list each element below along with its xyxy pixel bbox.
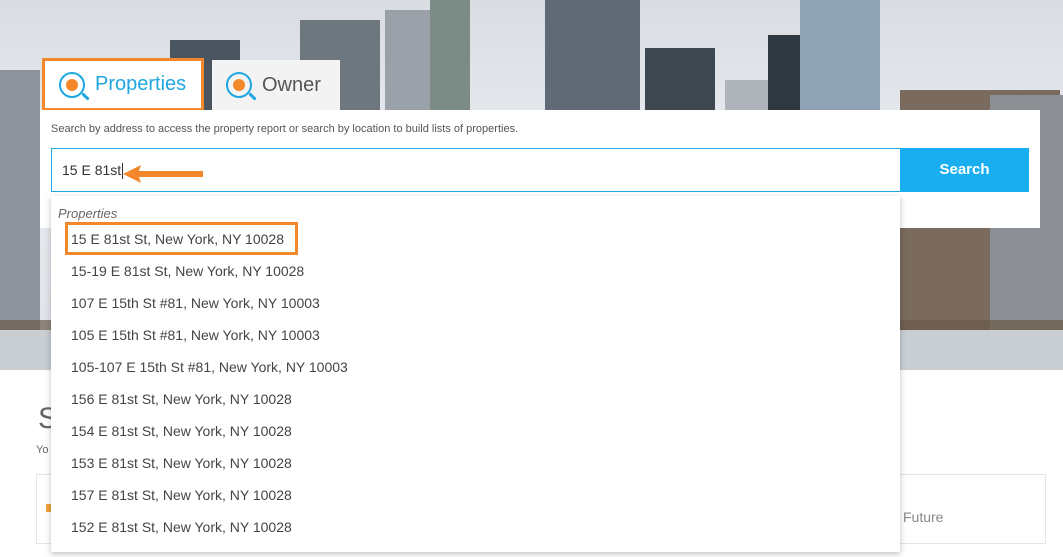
future-label: Future <box>903 509 944 525</box>
autocomplete-dropdown: Properties 15 E 81st St, New York, NY 10… <box>51 196 900 552</box>
suggestion-item[interactable]: 15-19 E 81st St, New York, NY 10028 <box>71 263 304 279</box>
suggestion-item[interactable]: 154 E 81st St, New York, NY 10028 <box>71 423 292 439</box>
suggestion-item[interactable]: 15 E 81st St, New York, NY 10028 <box>71 231 284 247</box>
search-hint: Search by address to access the property… <box>51 123 519 135</box>
suggestion-item[interactable]: 152 E 81st St, New York, NY 10028 <box>71 519 292 535</box>
tab-properties[interactable]: Properties <box>42 58 204 111</box>
suggestion-item[interactable]: 105-107 E 15th St #81, New York, NY 1000… <box>71 359 348 375</box>
dropdown-group-label: Properties <box>58 206 118 221</box>
section-subtext: Yo <box>36 444 49 456</box>
tab-properties-label: Properties <box>95 73 187 95</box>
suggestion-item[interactable]: 107 E 15th St #81, New York, NY 10003 <box>71 295 320 311</box>
suggestion-item[interactable]: 157 E 81st St, New York, NY 10028 <box>71 487 292 503</box>
tab-owner-label: Owner <box>262 73 321 96</box>
suggestion-item[interactable]: 105 E 15th St #81, New York, NY 10003 <box>71 327 320 343</box>
search-button[interactable]: Search <box>900 148 1029 192</box>
person-search-icon <box>226 72 257 101</box>
search-input-value: 15 E 81st <box>62 162 122 178</box>
annotation-arrow-icon <box>123 165 203 183</box>
home-search-icon <box>59 71 90 101</box>
suggestion-item[interactable]: 153 E 81st St, New York, NY 10028 <box>71 455 292 471</box>
tab-owner[interactable]: Owner <box>212 60 340 110</box>
suggestion-item[interactable]: 156 E 81st St, New York, NY 10028 <box>71 391 292 407</box>
